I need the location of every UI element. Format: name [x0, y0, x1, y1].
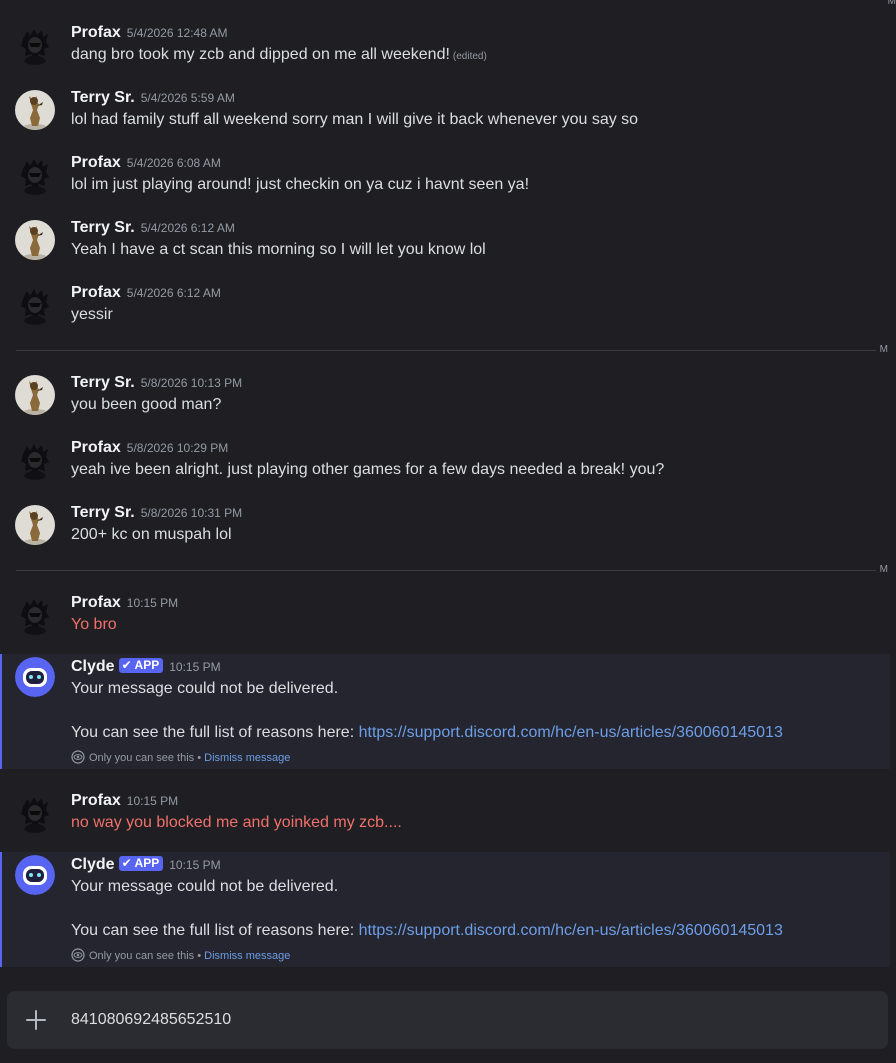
author-name[interactable]: Clyde [71, 856, 115, 873]
timestamp: 5/8/2026 10:13 PM [140, 376, 243, 390]
timestamp: 5/4/2026 6:12 AM [126, 286, 221, 300]
edited-label: (edited) [452, 51, 487, 62]
author-name[interactable]: Terry Sr. [71, 89, 135, 106]
profax-avatar[interactable] [15, 285, 55, 325]
ephemeral-note: Only you can see this • Dismiss message [71, 750, 290, 768]
clyde-avatar[interactable] [15, 855, 55, 895]
terry-avatar[interactable] [15, 90, 55, 130]
support-link[interactable]: https://support.discord.com/hc/en-us/art… [359, 724, 783, 741]
failed-message-text: Yo bro [71, 616, 117, 633]
timestamp: 10:15 PM [169, 858, 221, 872]
separator: • [197, 950, 202, 962]
message-header: Terry Sr. 5/8/2026 10:13 PM [71, 372, 242, 394]
checkmark-icon: ✔ [121, 856, 132, 870]
message-header: Clyde ✔ APP 10:15 PM [71, 854, 221, 876]
date-divider [16, 350, 876, 351]
message-text: lol im just playing around! just checkin… [71, 176, 530, 193]
only-you-label: Only you can see this [89, 752, 195, 764]
plus-icon[interactable] [24, 1008, 48, 1032]
eye-icon [71, 948, 85, 966]
clyde-reasons-text: You can see the full list of reasons her… [71, 722, 783, 744]
clyde-reasons-text: You can see the full list of reasons her… [71, 920, 783, 942]
date-divider [16, 570, 876, 571]
failed-message-text: no way you blocked me and yoinked my zcb… [71, 814, 402, 831]
eye-icon [71, 750, 85, 768]
message-header: Clyde ✔ APP 10:15 PM [71, 656, 221, 678]
app-badge-label: APP [134, 658, 160, 672]
message-text: yessir [71, 306, 113, 323]
timestamp: 5/4/2026 6:08 AM [126, 156, 221, 170]
author-name[interactable]: Profax [71, 154, 121, 171]
reasons-prefix: You can see the full list of reasons her… [71, 724, 355, 741]
message-input[interactable]: 841080692485652510 [71, 1009, 231, 1031]
profax-avatar[interactable] [15, 440, 55, 480]
message-text: 200+ kc on muspah lol [71, 526, 232, 543]
message-header: Terry Sr. 5/8/2026 10:31 PM [71, 502, 242, 524]
clyde-message-text: Your message could not be delivered. [71, 878, 339, 895]
message-header: Terry Sr. 5/4/2026 5:59 AM [71, 87, 235, 109]
message-header: Terry Sr. 5/4/2026 6:12 AM [71, 217, 235, 239]
timestamp: 5/4/2026 5:59 AM [140, 91, 235, 105]
clyde-system-message[interactable]: Clyde ✔ APP 10:15 PM Your message could no… [0, 852, 890, 967]
clyde-avatar[interactable] [15, 657, 55, 697]
message-content: dang bro took my zcb and dipped on me al… [71, 46, 450, 63]
author-name[interactable]: Profax [71, 594, 121, 611]
app-badge-label: APP [134, 856, 160, 870]
terry-avatar[interactable] [15, 505, 55, 545]
author-name[interactable]: Profax [71, 792, 121, 809]
timestamp: 5/8/2026 10:31 PM [140, 506, 243, 520]
date-divider-mark: M [887, 0, 896, 7]
author-name[interactable]: Profax [71, 439, 121, 456]
timestamp: 5/4/2026 12:48 AM [126, 26, 228, 40]
author-name[interactable]: Terry Sr. [71, 219, 135, 236]
support-link[interactable]: https://support.discord.com/hc/en-us/art… [359, 922, 783, 939]
date-divider-mark: M [879, 564, 888, 575]
only-you-label: Only you can see this [89, 950, 195, 962]
clyde-message-text: Your message could not be delivered. [71, 680, 339, 697]
reasons-prefix: You can see the full list of reasons her… [71, 922, 355, 939]
author-name[interactable]: Clyde [71, 658, 115, 675]
message-header: Profax 5/4/2026 12:48 AM [71, 22, 228, 44]
timestamp: 10:15 PM [169, 660, 221, 674]
terry-avatar[interactable] [15, 375, 55, 415]
app-badge: ✔ APP [118, 856, 164, 871]
author-name[interactable]: Terry Sr. [71, 504, 135, 521]
author-name[interactable]: Profax [71, 284, 121, 301]
profax-avatar[interactable] [15, 155, 55, 195]
app-badge: ✔ APP [118, 658, 164, 673]
dismiss-message-link[interactable]: Dismiss message [204, 752, 290, 764]
message-text: lol had family stuff all weekend sorry m… [71, 111, 639, 128]
profax-avatar[interactable] [15, 595, 55, 635]
message-header: Profax 10:15 PM [71, 790, 178, 812]
message-text: you been good man? [71, 396, 222, 413]
author-name[interactable]: Profax [71, 24, 121, 41]
terry-avatar[interactable] [15, 220, 55, 260]
message-text: Yeah I have a ct scan this morning so I … [71, 241, 486, 258]
checkmark-icon: ✔ [121, 658, 132, 672]
message-composer[interactable]: 841080692485652510 [7, 991, 888, 1049]
author-name[interactable]: Terry Sr. [71, 374, 135, 391]
message-header: Profax 5/4/2026 6:12 AM [71, 282, 221, 304]
ephemeral-note: Only you can see this • Dismiss message [71, 948, 290, 966]
date-divider-mark: M [879, 344, 888, 355]
timestamp: 10:15 PM [126, 596, 179, 610]
message-text: dang bro took my zcb and dipped on me al… [71, 44, 487, 68]
timestamp: 5/4/2026 6:12 AM [140, 221, 235, 235]
dismiss-message-link[interactable]: Dismiss message [204, 950, 290, 962]
timestamp: 10:15 PM [126, 794, 179, 808]
chat-log: M Profax 5/4/2026 12:48 AM dang bro took … [0, 0, 896, 1063]
message-text: yeah ive been alright. just playing othe… [71, 461, 665, 478]
profax-avatar[interactable] [15, 25, 55, 65]
separator: • [197, 752, 202, 764]
profax-avatar[interactable] [15, 793, 55, 833]
clyde-system-message[interactable]: Clyde ✔ APP 10:15 PM Your message could no… [0, 654, 890, 769]
message-header: Profax 10:15 PM [71, 592, 178, 614]
message-header: Profax 5/4/2026 6:08 AM [71, 152, 221, 174]
message-header: Profax 5/8/2026 10:29 PM [71, 437, 228, 459]
timestamp: 5/8/2026 10:29 PM [126, 441, 229, 455]
